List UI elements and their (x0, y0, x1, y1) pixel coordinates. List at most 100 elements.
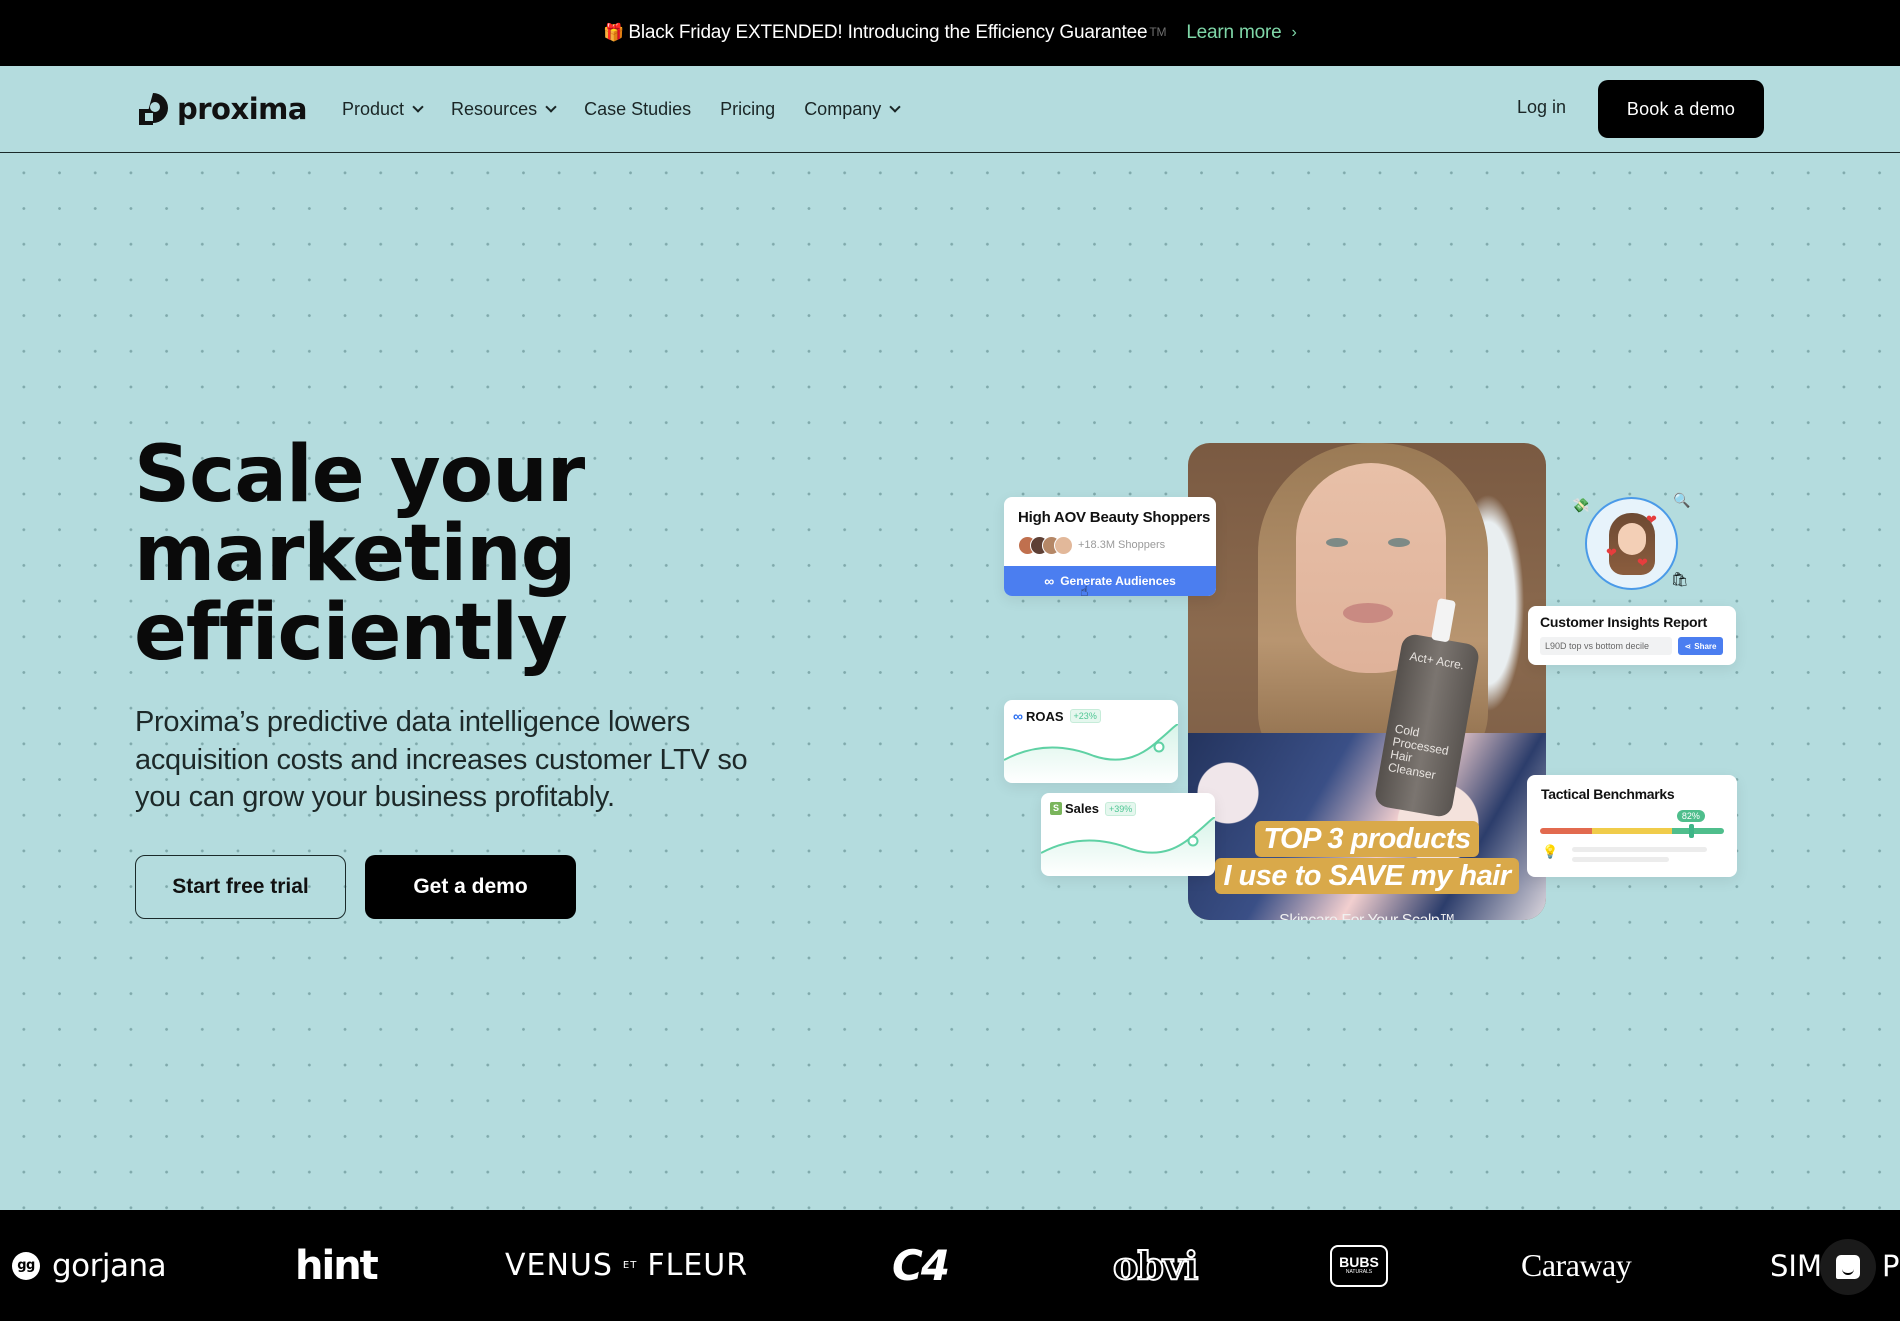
nav-item-label: Resources (451, 98, 538, 119)
logo-gorjana: gg gorjana (12, 1210, 167, 1321)
logo-text: VENUS (505, 1248, 613, 1283)
benchmark-segment (1591, 828, 1673, 834)
shopping-bags-icon: 🛍 (1671, 571, 1689, 587)
customer-logos-strip: gg gorjana hint VENUS ET FLEUR C4 obvi B… (0, 1210, 1900, 1321)
lightbulb-icon: 💡 (1542, 844, 1559, 859)
sales-delta-badge: +39% (1104, 801, 1137, 816)
insights-filter-field[interactable]: L90D top vs bottom decile (1540, 637, 1672, 655)
logo-text: FLEUR (647, 1248, 749, 1283)
benchmark-segment (1672, 828, 1724, 834)
logo-c4: C4 (892, 1241, 950, 1290)
roas-label: ROAS (1025, 708, 1064, 724)
roas-delta-badge: +23% (1069, 709, 1101, 723)
logo-text: ET (622, 1260, 638, 1271)
logo-obvi: obvi (1112, 1242, 1199, 1289)
nav-item-resources[interactable]: Resources (451, 98, 557, 120)
chevron-right-icon: › (1291, 24, 1297, 41)
benchmarks-title: Tactical Benchmarks (1541, 786, 1675, 802)
hero-video[interactable]: Act+ Acre. Cold Processed Hair Cleanser … (1188, 443, 1546, 920)
proxima-logo-icon (139, 93, 168, 125)
caption-text: I use to SAVE my hair (1215, 858, 1519, 894)
video-caption: TOP 3 products (1188, 821, 1546, 857)
generate-audiences-label: Generate Audiences (1060, 574, 1176, 588)
meta-icon: ∞ (1013, 708, 1023, 724)
magnifier-icon: 🔍 (1673, 492, 1691, 508)
shopper-count: +18.3M Shoppers (1078, 539, 1166, 551)
login-link[interactable]: Log in (1517, 97, 1566, 118)
video-eye (1326, 538, 1348, 547)
avatar (1054, 536, 1073, 555)
announcement-text: Black Friday EXTENDED! Introducing the E… (628, 22, 1148, 43)
brand-name: proxima (177, 91, 307, 126)
nav-item-case-studies[interactable]: Case Studies (584, 99, 691, 120)
chat-widget-button[interactable] (1820, 1239, 1876, 1295)
nav-item-company[interactable]: Company (804, 98, 901, 120)
logo-hint: hint (295, 1242, 379, 1289)
caption-text: Skincare For Your Scalp™ (1271, 903, 1463, 920)
meta-icon: ∞ (1044, 573, 1055, 589)
hero-section (0, 153, 1900, 1210)
chat-icon (1836, 1255, 1860, 1279)
roas-header: ∞ ROAS +23% (1013, 708, 1101, 724)
hero-headline: Scale your marketing efficiently (134, 436, 754, 673)
main-nav: proxima Product Resources Case Studies P… (0, 66, 1900, 153)
tactical-benchmarks-card: Tactical Benchmarks 82% 💡 (1527, 775, 1737, 877)
nav-item-product[interactable]: Product (342, 98, 424, 120)
heart-icon: ❤ (1606, 545, 1617, 560)
start-free-trial-button[interactable]: Start free trial (135, 855, 346, 919)
chevron-down-icon (412, 100, 424, 113)
sales-sparkline (1041, 817, 1215, 876)
share-label: Share (1694, 641, 1717, 651)
book-demo-button[interactable]: Book a demo (1598, 80, 1764, 138)
caption-text: TOP 3 products (1255, 821, 1479, 857)
logo-bubs: BUBS NATURALS (1330, 1210, 1388, 1321)
logo-text: gorjana (52, 1247, 167, 1284)
sales-card: S Sales +39% (1041, 793, 1215, 876)
shopper-avatars (1018, 536, 1073, 555)
heart-icon: ❤ (1646, 512, 1657, 527)
insights-title: Customer Insights Report (1540, 614, 1708, 630)
headline-line: efficiently (134, 588, 568, 678)
learn-more-label: Learn more (1186, 22, 1282, 43)
generate-audiences-button[interactable]: ∞ Generate Audiences (1004, 566, 1216, 596)
heart-icon: ❤ (1637, 555, 1648, 570)
logo-text: BUBS (1339, 1254, 1379, 1270)
nav-links: Product Resources Case Studies Pricing C… (342, 66, 928, 152)
placeholder-line (1572, 857, 1669, 862)
nav-item-label: Product (342, 98, 405, 119)
chevron-down-icon (545, 100, 557, 113)
benchmark-bar (1540, 828, 1724, 834)
gift-icon: 🎁 (603, 23, 625, 42)
money-icon: 💸 (1572, 497, 1590, 513)
nav-item-label: Case Studies (584, 98, 692, 119)
logo-caraway: Caraway (1521, 1247, 1632, 1283)
placeholder-line (1572, 847, 1707, 852)
roas-sparkline (1004, 724, 1178, 783)
sales-header: S Sales +39% (1050, 801, 1137, 816)
share-icon: ⋖ (1684, 641, 1692, 651)
shopify-icon: S (1050, 802, 1062, 815)
logo-text: SIM (1770, 1248, 1822, 1283)
nav-item-pricing[interactable]: Pricing (720, 99, 775, 120)
customer-insights-card: Customer Insights Report L90D top vs bot… (1528, 606, 1736, 665)
get-demo-button[interactable]: Get a demo (365, 855, 576, 919)
hand-cursor-icon: ☝ (1080, 583, 1089, 599)
nav-item-label: Company (804, 98, 882, 119)
trademark: TM (1149, 25, 1167, 39)
audience-title: High AOV Beauty Shoppers (1018, 509, 1211, 526)
logo-venus-et-fleur: VENUS ET FLEUR (505, 1210, 748, 1321)
video-eye (1388, 538, 1410, 547)
sales-label: Sales (1065, 801, 1099, 816)
learn-more-link[interactable]: Learn more › (1186, 22, 1297, 44)
video-lips (1343, 603, 1393, 623)
share-button[interactable]: ⋖ Share (1678, 637, 1723, 655)
video-caption: I use to SAVE my hair (1188, 858, 1546, 894)
bottle-brand: Act+ Acre. (1408, 649, 1466, 673)
audience-card: High AOV Beauty Shoppers +18.3M Shoppers… (1004, 497, 1216, 596)
gorjana-mark-icon: gg (12, 1251, 40, 1280)
benchmark-percent-badge: 82% (1676, 810, 1705, 822)
brand-logo[interactable]: proxima (135, 91, 307, 127)
announcement-bar: 🎁 Black Friday EXTENDED! Introducing the… (0, 0, 1900, 66)
customer-avatar (1585, 497, 1678, 590)
roas-card: ∞ ROAS +23% (1004, 700, 1178, 783)
